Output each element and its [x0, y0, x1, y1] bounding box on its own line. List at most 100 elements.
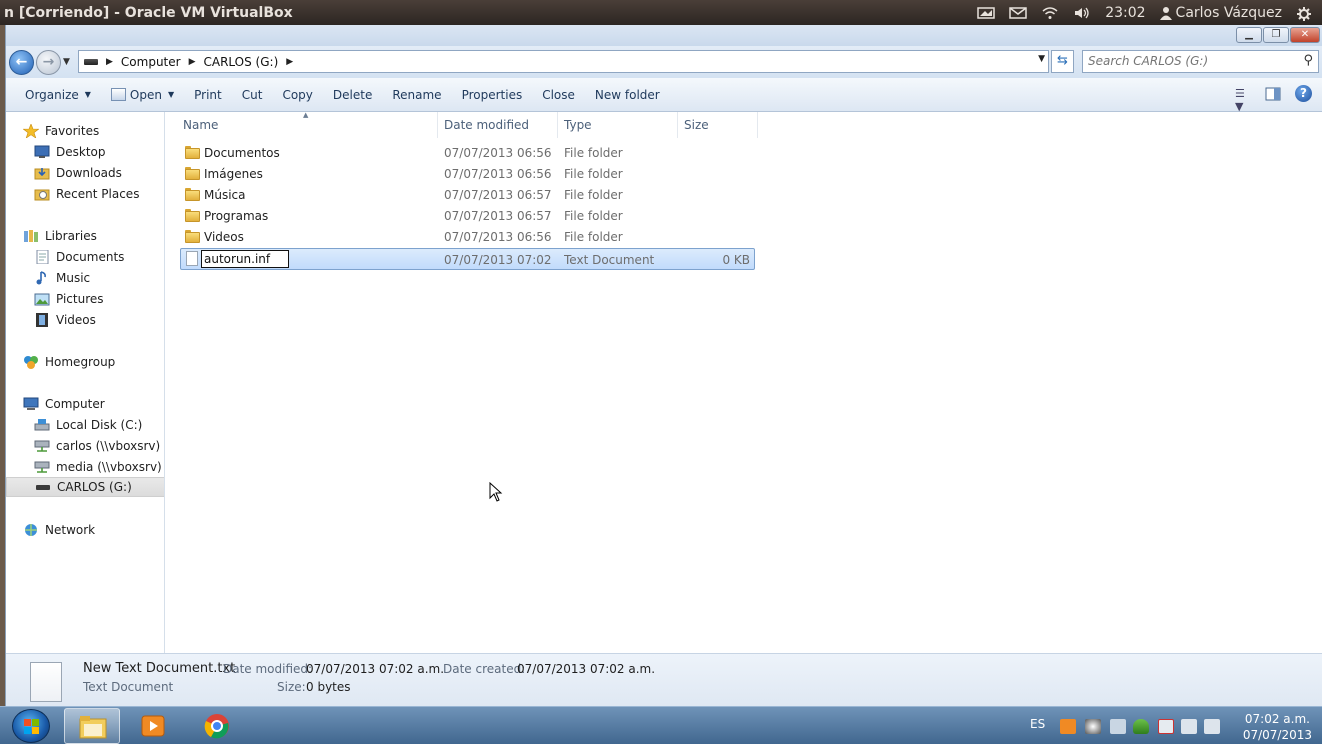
open-label: Open	[129, 87, 162, 102]
file-row-documentos[interactable]: Documentos 07/07/2013 06:56 a... File fo…	[180, 143, 755, 163]
nav-libraries[interactable]: Libraries	[23, 226, 164, 246]
file-type: Text Document	[564, 253, 655, 267]
desktop-icon	[34, 145, 50, 159]
tray-flag-icon[interactable]	[1158, 719, 1174, 734]
network-drive-icon	[34, 460, 50, 474]
view-options-icon[interactable]: ☰ ▼	[1235, 87, 1251, 113]
nav-music[interactable]: Music	[34, 268, 164, 288]
file-row-videos[interactable]: Videos 07/07/2013 06:56 a... File folder	[180, 227, 755, 247]
tray-app-icon[interactable]	[1060, 719, 1076, 734]
nav-media-share[interactable]: media (\\vboxsrv) (F	[34, 457, 164, 477]
cut-button[interactable]: Cut	[232, 84, 273, 106]
chevron-right-icon[interactable]: ▶	[286, 57, 293, 67]
nav-carlos-share[interactable]: carlos (\\vboxsrv) (E	[34, 436, 164, 456]
host-user[interactable]: Carlos Vázquez	[1159, 5, 1282, 21]
delete-button[interactable]: Delete	[323, 84, 382, 106]
column-header-name[interactable]: Name	[177, 112, 438, 138]
wifi-icon[interactable]	[1041, 6, 1059, 20]
back-button[interactable]: ←	[9, 49, 34, 75]
downloads-folder-icon	[34, 166, 50, 180]
organize-button[interactable]: Organize ▼	[15, 84, 101, 106]
address-dropdown-icon[interactable]: ▼	[1038, 54, 1045, 64]
copy-button[interactable]: Copy	[272, 84, 322, 106]
maximize-button[interactable]: ❐	[1263, 27, 1289, 43]
local-disk-icon	[34, 418, 50, 432]
preview-pane-icon[interactable]	[1265, 87, 1281, 101]
chevron-right-icon[interactable]: ▶	[189, 57, 196, 67]
open-app-icon	[110, 88, 126, 101]
search-box[interactable]: ⚲	[1082, 50, 1319, 73]
homegroup-icon	[23, 355, 39, 369]
taskbar-chrome-button[interactable]	[189, 708, 245, 744]
nav-favorites[interactable]: Favorites	[22, 121, 164, 141]
nav-label: CARLOS (G:)	[57, 480, 132, 494]
close-button[interactable]: Close	[532, 84, 585, 106]
open-button[interactable]: Open ▼	[101, 84, 184, 106]
close-window-button[interactable]: ✕	[1290, 27, 1320, 43]
taskbar-media-player-button[interactable]	[125, 708, 181, 744]
nav-computer[interactable]: Computer	[23, 394, 164, 414]
battery-icon[interactable]	[977, 6, 995, 20]
file-row-autorun[interactable]: 07/07/2013 07:02 a... Text Document 0 KB	[180, 248, 755, 270]
explorer-window: ▁ ❐ ✕ ← → ▼ ▶ Computer ▶ CARLOS (G:) ▶ ▼…	[5, 25, 1322, 706]
nav-local-disk[interactable]: Local Disk (C:)	[34, 415, 164, 435]
nav-documents[interactable]: Documents	[34, 247, 164, 267]
start-button[interactable]	[12, 709, 50, 743]
search-input[interactable]	[1088, 51, 1288, 71]
volume-icon[interactable]	[1073, 6, 1091, 20]
nav-recent-places[interactable]: Recent Places	[34, 184, 164, 204]
tray-volume-icon[interactable]	[1204, 719, 1220, 734]
power-gear-icon[interactable]	[1296, 6, 1314, 21]
host-clock[interactable]: 23:02	[1105, 5, 1145, 21]
file-row-programas[interactable]: Programas 07/07/2013 06:57 a... File fol…	[180, 206, 755, 226]
tray-network-icon[interactable]	[1110, 719, 1126, 734]
nav-desktop[interactable]: Desktop	[34, 142, 164, 162]
tray-panda-icon[interactable]	[1085, 719, 1101, 734]
tray-display-icon[interactable]	[1181, 719, 1197, 734]
nav-pictures[interactable]: Pictures	[34, 289, 164, 309]
nav-label: Documents	[56, 250, 125, 264]
rename-button[interactable]: Rename	[382, 84, 451, 106]
taskbar-explorer-button[interactable]	[64, 708, 120, 744]
folder-icon	[185, 167, 200, 180]
rename-input[interactable]	[201, 250, 289, 268]
file-row-imagenes[interactable]: Imágenes 07/07/2013 06:56 a... File fold…	[180, 164, 755, 184]
chevron-right-icon[interactable]: ▶	[106, 57, 113, 67]
navigation-pane: Favorites Desktop Downloads Recent Place…	[6, 112, 165, 653]
properties-button[interactable]: Properties	[452, 84, 533, 106]
address-bar[interactable]: ▶ Computer ▶ CARLOS (G:) ▶ ▼	[78, 50, 1049, 73]
column-header-date[interactable]: Date modified	[438, 112, 558, 138]
nav-label: Desktop	[56, 145, 106, 159]
chrome-icon	[204, 714, 229, 739]
language-indicator[interactable]: ES	[1030, 717, 1045, 731]
refresh-button[interactable]: ⇆	[1051, 50, 1074, 73]
nav-homegroup[interactable]: Homegroup	[23, 352, 164, 372]
window-titlebar[interactable]: ▁ ❐ ✕	[6, 25, 1322, 46]
forward-button[interactable]: →	[36, 49, 61, 75]
search-icon[interactable]: ⚲	[1303, 53, 1313, 68]
command-bar: Organize ▼ Open ▼ Print Cut Copy Delete Re…	[6, 78, 1322, 113]
breadcrumb-computer[interactable]: Computer	[121, 55, 181, 69]
help-icon[interactable]: ?	[1295, 85, 1312, 102]
nav-label: Pictures	[56, 292, 104, 306]
nav-network[interactable]: Network	[23, 520, 164, 540]
new-folder-button[interactable]: New folder	[585, 84, 670, 106]
file-type: File folder	[564, 167, 623, 181]
minimize-button[interactable]: ▁	[1236, 27, 1262, 43]
nav-carlos-g[interactable]: CARLOS (G:)	[6, 477, 164, 497]
nav-videos[interactable]: Videos	[34, 310, 164, 330]
print-button[interactable]: Print	[184, 84, 232, 106]
computer-icon	[23, 397, 39, 411]
recent-pages-dropdown[interactable]: ▼	[63, 57, 75, 67]
column-header-type[interactable]: Type	[558, 112, 678, 138]
taskbar-clock[interactable]: 07:02 a.m. 07/07/2013	[1243, 711, 1312, 743]
tray-shield-icon[interactable]	[1133, 719, 1149, 734]
drive-icon	[84, 58, 98, 65]
mail-icon[interactable]	[1009, 6, 1027, 20]
file-date: 07/07/2013 06:57 a...	[444, 209, 556, 223]
nav-downloads[interactable]: Downloads	[34, 163, 164, 183]
nav-label: Music	[56, 271, 91, 285]
column-header-size[interactable]: Size	[678, 112, 758, 138]
file-row-musica[interactable]: Música 07/07/2013 06:57 a... File folder	[180, 185, 755, 205]
breadcrumb-carlos-g[interactable]: CARLOS (G:)	[204, 55, 279, 69]
